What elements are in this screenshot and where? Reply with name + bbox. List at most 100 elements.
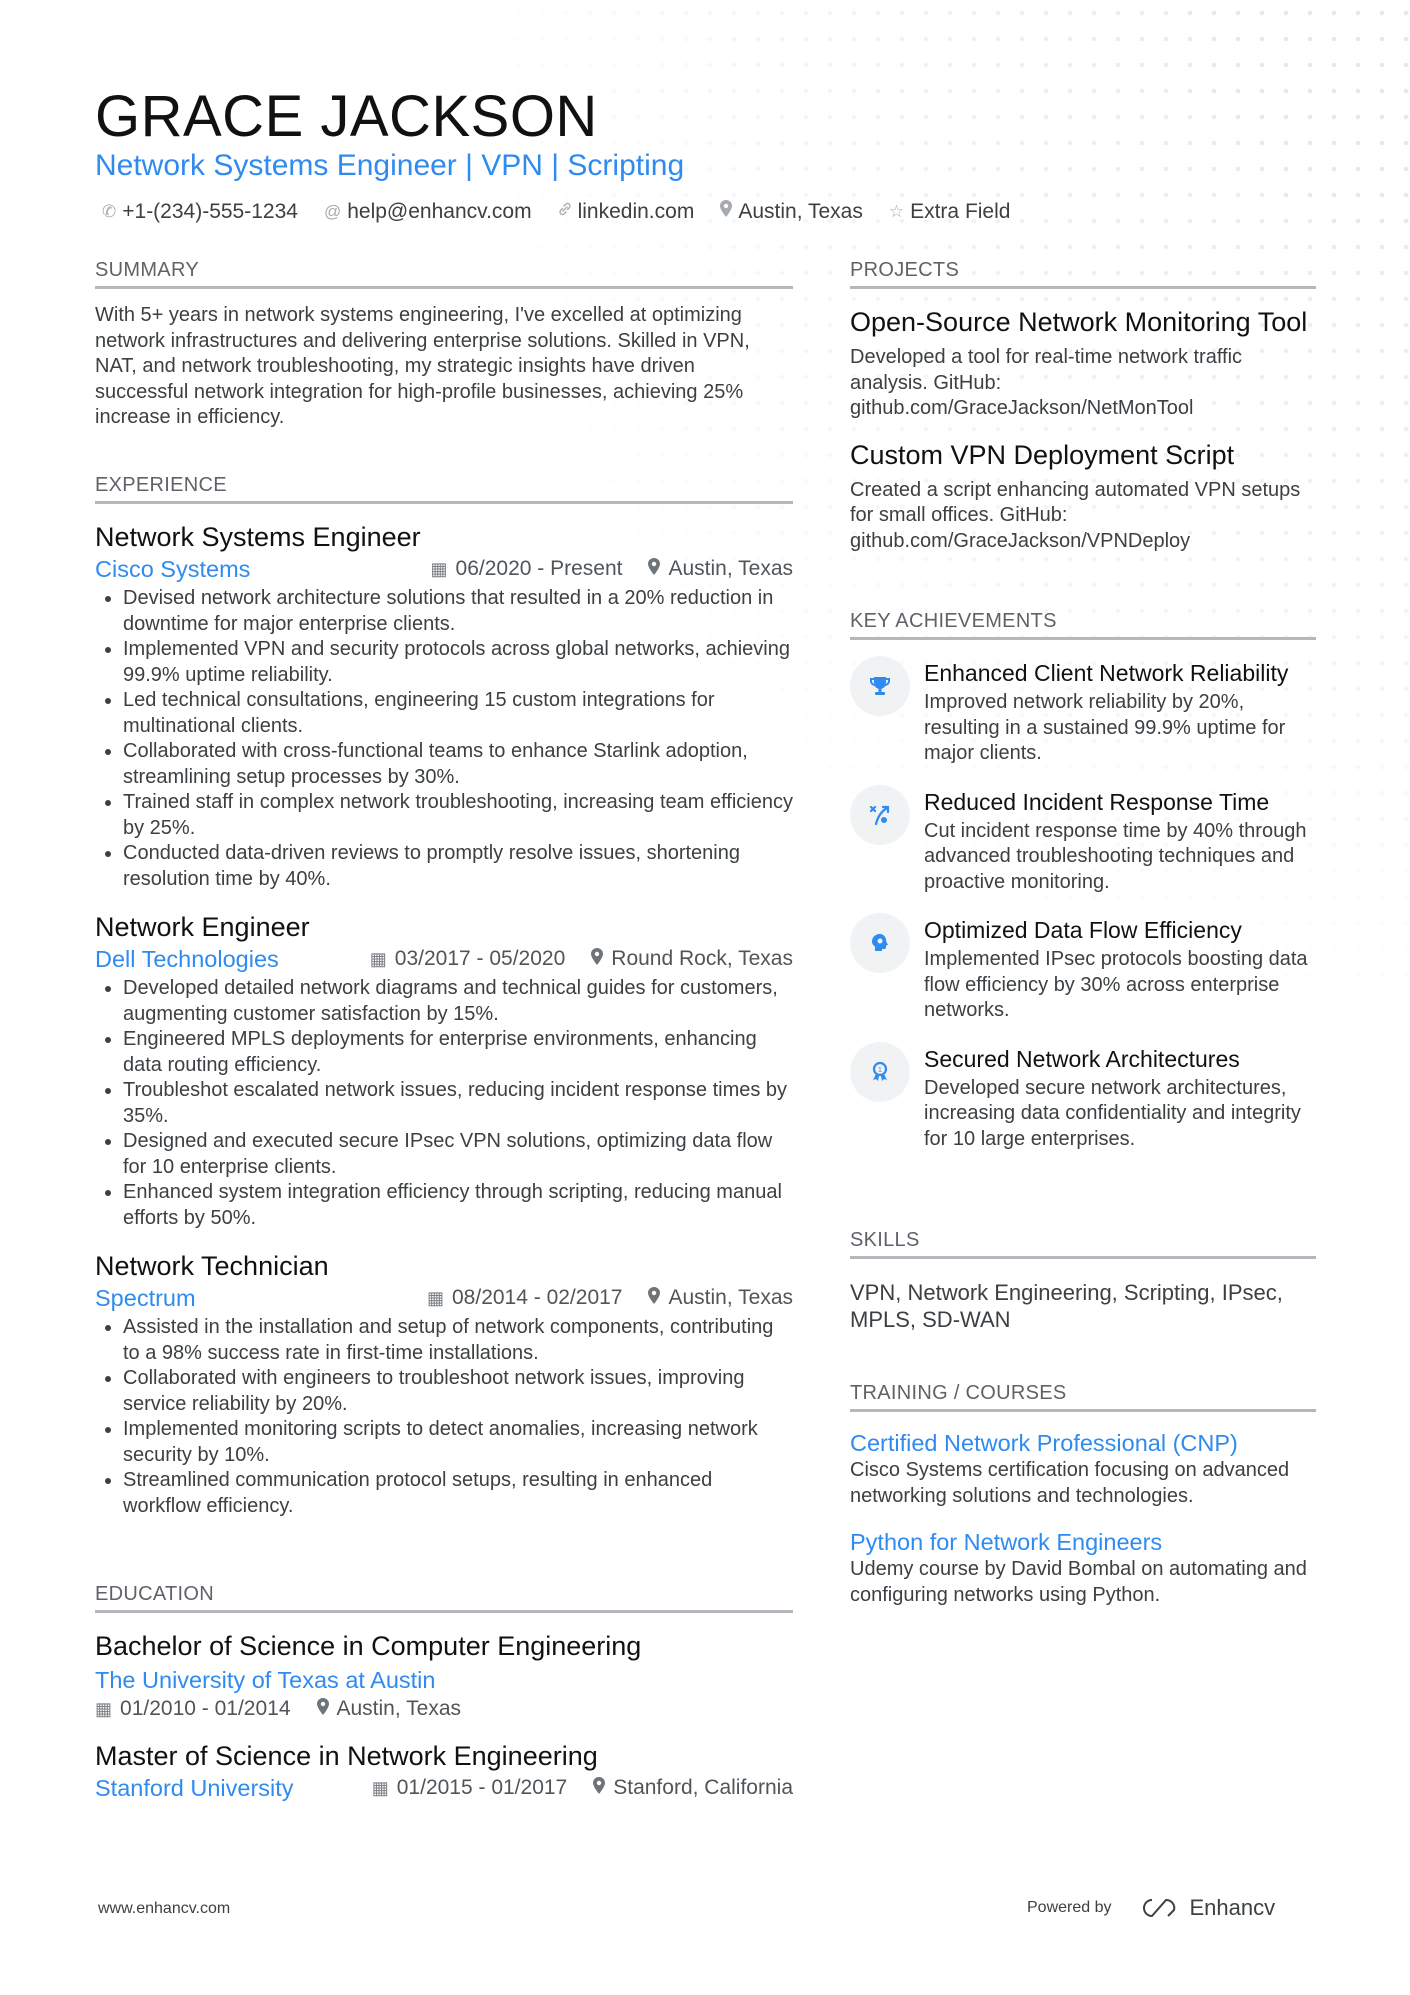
achievement-title: Optimized Data Flow Efficiency: [924, 917, 1242, 943]
bullet-item: Collaborated with engineers to troublesh…: [123, 1366, 793, 1417]
calendar-icon: ▦: [430, 558, 448, 579]
brand-name: Enhancv: [1189, 1895, 1276, 1920]
job-dates: 03/2017 - 05/2020: [394, 947, 566, 970]
achievement-title: Reduced Incident Response Time: [924, 788, 1270, 815]
contact-email[interactable]: @ help@enhancv.com: [324, 198, 532, 226]
skills-section: SKILLS VPN, Network Engineering, Scripti…: [850, 1228, 1316, 1333]
section-heading-summary: SUMMARY: [95, 258, 793, 289]
enhancv-logo-icon: [1142, 1899, 1175, 1917]
job-bullets: Assisted in the installation and setup o…: [95, 1315, 793, 1519]
project-description: Developed a tool for real-time network t…: [850, 346, 1243, 419]
achievement-description: Developed secure network architectures, …: [924, 1076, 1301, 1150]
summary-text: With 5+ years in network systems enginee…: [95, 304, 750, 428]
section-heading-training: TRAINING / COURSES: [850, 1381, 1316, 1412]
calendar-icon: ▦: [95, 1698, 113, 1719]
svg-text:1: 1: [878, 1067, 882, 1074]
project-entry: Custom VPN Deployment Script Created a s…: [850, 438, 1316, 555]
edu-dates: 01/2015 - 01/2017: [396, 1776, 568, 1799]
summary-section: SUMMARY With 5+ years in network systems…: [95, 258, 793, 431]
location-icon: [316, 1698, 329, 1720]
location-icon: [591, 948, 604, 970]
degree-title: Bachelor of Science in Computer Engineer…: [95, 1631, 642, 1661]
at-icon: @: [323, 202, 342, 221]
achievement-item: Reduced Incident Response Time Cut incid…: [850, 784, 1316, 896]
powered-by-label: Powered by: [1027, 1899, 1112, 1916]
job-bullets: Devised network architecture solutions t…: [95, 586, 793, 892]
company-name: Spectrum: [95, 1285, 196, 1311]
calendar-icon: ▦: [369, 948, 387, 969]
achievement-item: Optimized Data Flow Efficiency Implement…: [850, 913, 1316, 1024]
degree-title: Master of Science in Network Engineering: [95, 1741, 598, 1771]
job-title: Network Systems Engineer: [95, 522, 421, 552]
location-icon: [648, 558, 661, 580]
candidate-title: Network Systems Engineer | VPN | Scripti…: [95, 149, 685, 182]
phone-text: +1-(234)-555-1234: [122, 200, 298, 223]
contact-bar: ✆ +1-(234)-555-1234 @ help@enhancv.com l…: [102, 198, 1010, 226]
course-entry: Python for Network Engineers Udemy cours…: [850, 1527, 1316, 1608]
section-heading-education: EDUCATION: [95, 1582, 793, 1613]
trophy-icon: [850, 656, 910, 716]
course-description: Udemy course by David Bombal on automati…: [850, 1558, 1307, 1606]
contact-linkedin[interactable]: linkedin.com: [558, 198, 695, 226]
course-description: Cisco Systems certification focusing on …: [850, 1459, 1290, 1507]
strategy-icon: [850, 784, 910, 845]
phone-icon: ✆: [102, 202, 117, 221]
bullet-item: Implemented monitoring scripts to detect…: [123, 1417, 793, 1468]
section-heading-projects: PROJECTS: [850, 258, 1316, 289]
linkedin-text: linkedin.com: [577, 200, 695, 223]
section-heading-skills: SKILLS: [850, 1228, 1316, 1259]
location-text: Austin, Texas: [738, 200, 863, 223]
job-dates: 08/2014 - 02/2017: [452, 1286, 623, 1309]
project-description: Created a script enhancing automated VPN…: [850, 478, 1301, 552]
company-name: Cisco Systems: [95, 556, 251, 582]
section-heading-achievements: KEY ACHIEVEMENTS: [850, 609, 1316, 640]
training-section: TRAINING / COURSES Certified Network Pro…: [850, 1381, 1316, 1608]
bullet-item: Troubleshot escalated network issues, re…: [123, 1078, 793, 1129]
footer-website[interactable]: www.enhancv.com: [98, 1900, 230, 1918]
bullet-item: Implemented VPN and security protocols a…: [123, 637, 793, 688]
section-heading-experience: EXPERIENCE: [95, 473, 793, 504]
achievement-description: Implemented IPsec protocols boosting dat…: [924, 948, 1308, 1021]
award-icon: 1: [850, 1041, 910, 1102]
school-name: Stanford University: [95, 1775, 294, 1801]
job-title: Network Technician: [95, 1251, 329, 1281]
calendar-icon: ▦: [371, 1777, 389, 1798]
link-icon: [558, 198, 572, 226]
achievement-item: 1 Secured Network Architectures Develope…: [850, 1041, 1316, 1153]
bullet-item: Devised network architecture solutions t…: [123, 586, 793, 637]
project-title: Custom VPN Deployment Script: [850, 439, 1235, 470]
bullet-item: Engineered MPLS deployments for enterpri…: [123, 1027, 793, 1078]
edu-location: Austin, Texas: [336, 1697, 462, 1720]
email-text: help@enhancv.com: [347, 200, 532, 223]
job-bullets: Developed detailed network diagrams and …: [95, 976, 793, 1231]
bullet-item: Streamlined communication protocol setup…: [123, 1468, 793, 1519]
job-title: Network Engineer: [95, 912, 310, 942]
bullet-item: Designed and executed secure IPsec VPN s…: [123, 1129, 793, 1180]
bullet-item: Enhanced system integration efficiency t…: [123, 1180, 793, 1231]
achievement-description: Cut incident response time by 40% throug…: [924, 819, 1307, 893]
project-title: Open-Source Network Monitoring Tool: [850, 307, 1308, 337]
bullet-item: Developed detailed network diagrams and …: [123, 976, 793, 1027]
contact-phone[interactable]: ✆ +1-(234)-555-1234: [102, 198, 298, 226]
company-name: Dell Technologies: [95, 946, 279, 972]
project-entry: Open-Source Network Monitoring Tool Deve…: [850, 305, 1316, 422]
contact-extra: ☆ Extra Field: [889, 198, 1011, 226]
job-location: Austin, Texas: [668, 557, 793, 580]
job-location: Round Rock, Texas: [611, 947, 793, 970]
extra-text: Extra Field: [910, 200, 1011, 223]
candidate-name: GRACE JACKSON: [95, 84, 598, 149]
achievements-section: KEY ACHIEVEMENTS Enhanced Client Network…: [850, 609, 1316, 1152]
enhancv-logo[interactable]: Enhancv: [1138, 1895, 1276, 1921]
job-entry: Network Systems Engineer Cisco Systems ▦…: [95, 520, 793, 892]
education-entry: Bachelor of Science in Computer Engineer…: [95, 1629, 793, 1721]
course-title: Python for Network Engineers: [850, 1529, 1163, 1555]
location-icon: [648, 1287, 661, 1309]
bullet-item: Led technical consultations, engineering…: [123, 688, 793, 739]
education-section: EDUCATION Bachelor of Science in Compute…: [95, 1582, 793, 1803]
calendar-icon: ▦: [426, 1287, 444, 1308]
education-entry: Master of Science in Network Engineering…: [95, 1739, 793, 1803]
projects-section: PROJECTS Open-Source Network Monitoring …: [850, 258, 1316, 554]
star-icon: ☆: [888, 202, 905, 221]
skills-list: VPN, Network Engineering, Scripting, IPs…: [850, 1280, 1283, 1332]
bullet-item: Conducted data-driven reviews to promptl…: [123, 841, 793, 892]
